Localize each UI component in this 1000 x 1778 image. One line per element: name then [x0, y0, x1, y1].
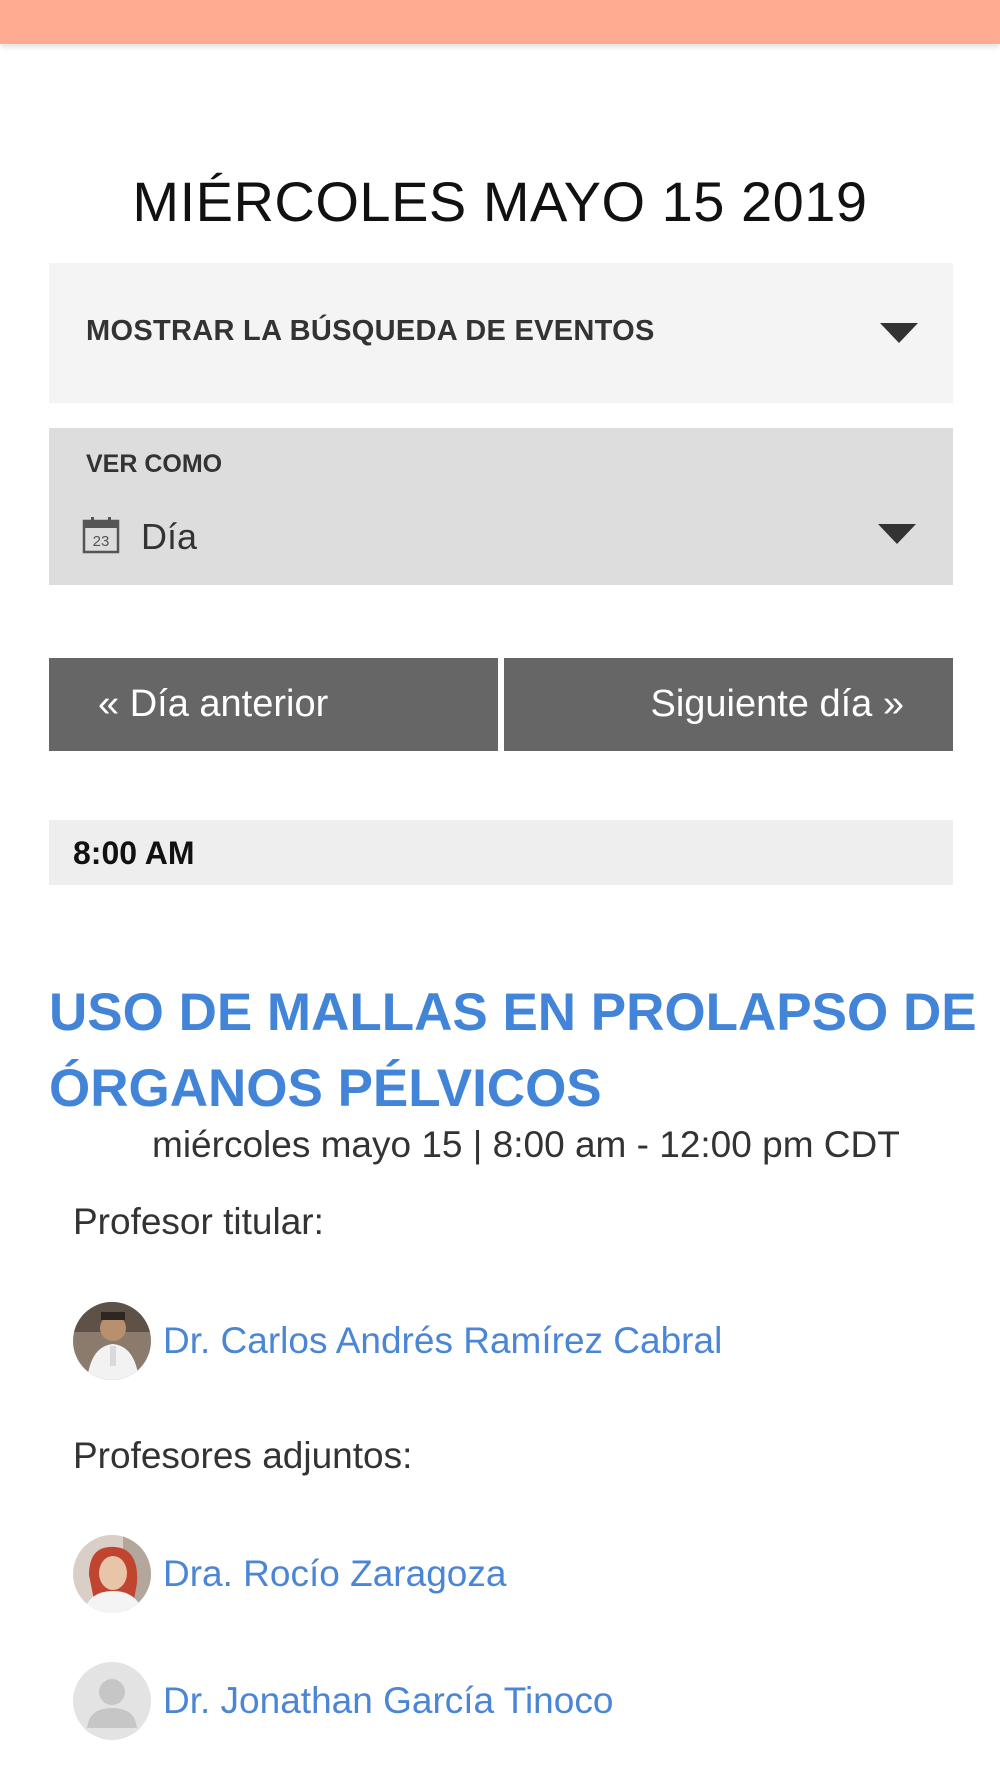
page-title: MIÉRCOLES MAYO 15 2019 [132, 170, 868, 233]
next-day-button[interactable]: Siguiente día » [504, 658, 953, 751]
event-search-toggle[interactable]: MOSTRAR LA BÚSQUEDA DE EVENTOS [49, 263, 953, 403]
event-title-link[interactable]: USO DE MALLAS EN PROLAPSO DE ÓRGANOS PÉL… [49, 975, 979, 1127]
adjunct-professor-name: Dr. Jonathan García Tinoco [163, 1680, 614, 1721]
event-datetime: miércoles mayo 15 | 8:00 am - 12:00 pm C… [152, 1124, 900, 1165]
chevron-down-icon [880, 323, 918, 343]
view-as-label: VER COMO [86, 450, 223, 478]
adjunct-professors-label: Profesores adjuntos: [73, 1435, 413, 1476]
avatar [73, 1302, 151, 1380]
lead-professor-link[interactable]: Dr. Carlos Andrés Ramírez Cabral [73, 1302, 722, 1380]
previous-day-button[interactable]: « Día anterior [49, 658, 498, 751]
avatar-placeholder-icon [73, 1662, 151, 1740]
avatar [73, 1535, 151, 1613]
time-slot-label: 8:00 AM [73, 835, 195, 871]
event-search-toggle-label: MOSTRAR LA BÚSQUEDA DE EVENTOS [86, 315, 655, 347]
time-slot-header: 8:00 AM [49, 820, 953, 885]
adjunct-professor-link[interactable]: Dr. Jonathan García Tinoco [73, 1662, 613, 1740]
view-as-select[interactable]: VER COMO 23 Día [49, 428, 953, 585]
adjunct-professor-name: Dra. Rocío Zaragoza [163, 1553, 507, 1594]
chevron-down-icon [878, 524, 916, 544]
top-bar [0, 0, 1000, 44]
calendar-icon-day: 23 [93, 533, 110, 550]
calendar-icon: 23 [82, 517, 120, 554]
lead-professor-name: Dr. Carlos Andrés Ramírez Cabral [163, 1320, 723, 1361]
adjunct-professor-link[interactable]: Dra. Rocío Zaragoza [73, 1535, 506, 1613]
lead-professor-label: Profesor titular: [73, 1201, 324, 1242]
view-as-value: Día [141, 516, 198, 557]
